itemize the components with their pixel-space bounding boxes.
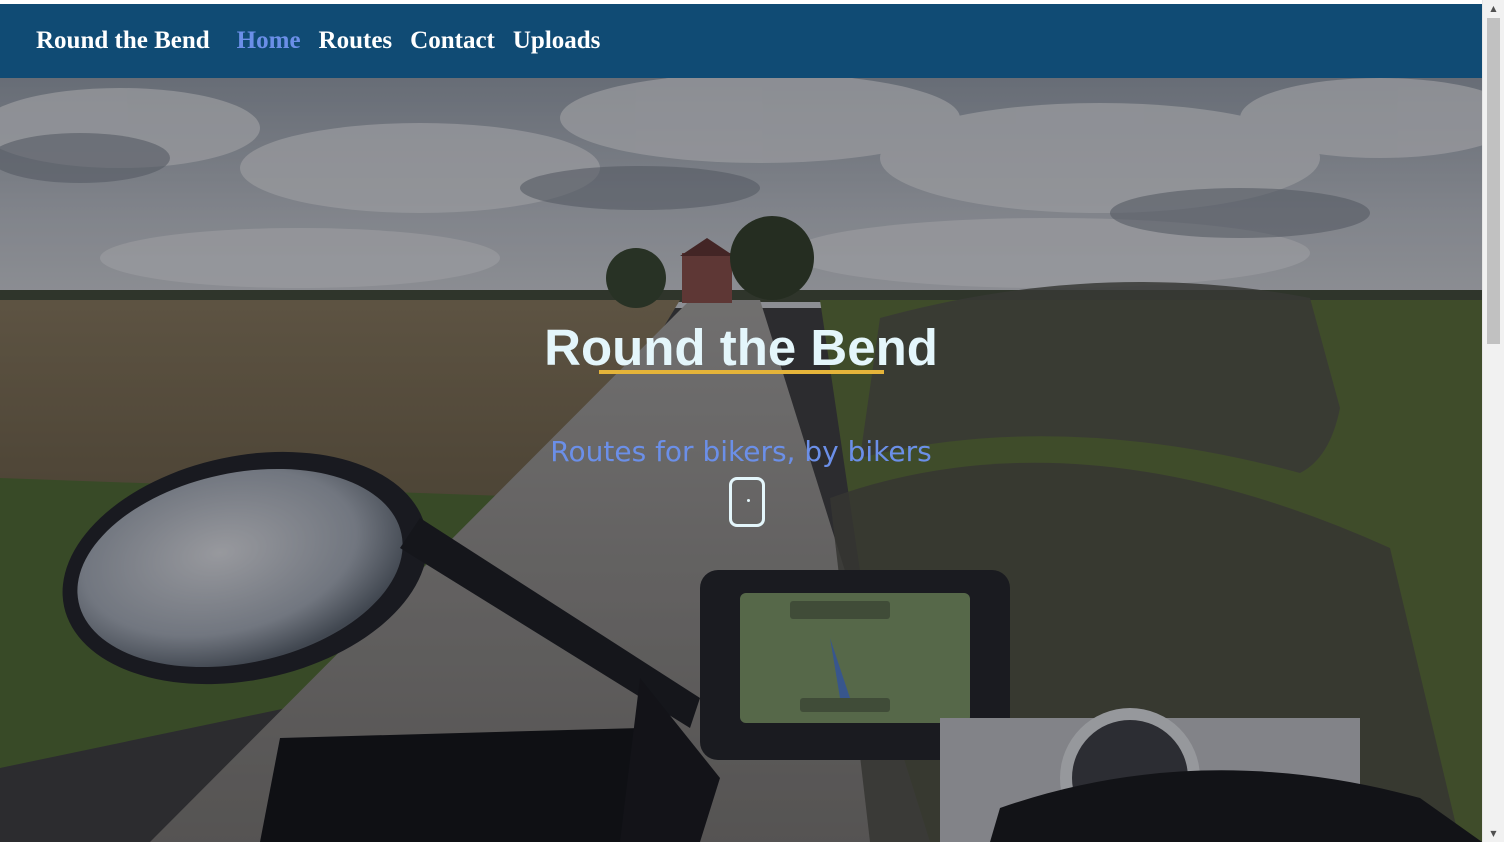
scrollbar-thumb[interactable] [1487, 18, 1500, 344]
hero-section: Round the Bend Routes for bikers, by bik… [0, 78, 1482, 842]
scroll-down-mouse-icon[interactable] [729, 477, 765, 527]
scroll-wheel-dot [747, 499, 750, 502]
browser-viewport: Round the Bend Home Routes Contact Uploa… [0, 0, 1504, 842]
nav-link-routes[interactable]: Routes [319, 27, 393, 55]
hero-subtitle: Routes for bikers, by bikers [550, 435, 932, 468]
scroll-up-arrow-icon[interactable]: ▲ [1483, 0, 1504, 17]
top-navbar: Round the Bend Home Routes Contact Uploa… [0, 4, 1482, 78]
nav-link-contact[interactable]: Contact [410, 27, 495, 55]
nav-link-uploads[interactable]: Uploads [513, 27, 601, 55]
hero-divider [599, 370, 884, 374]
scroll-down-arrow-icon[interactable]: ▼ [1483, 825, 1504, 842]
brand-link[interactable]: Round the Bend [36, 27, 210, 55]
vertical-scrollbar[interactable]: ▲ ▼ [1482, 0, 1504, 842]
nav-link-home[interactable]: Home [237, 27, 301, 55]
